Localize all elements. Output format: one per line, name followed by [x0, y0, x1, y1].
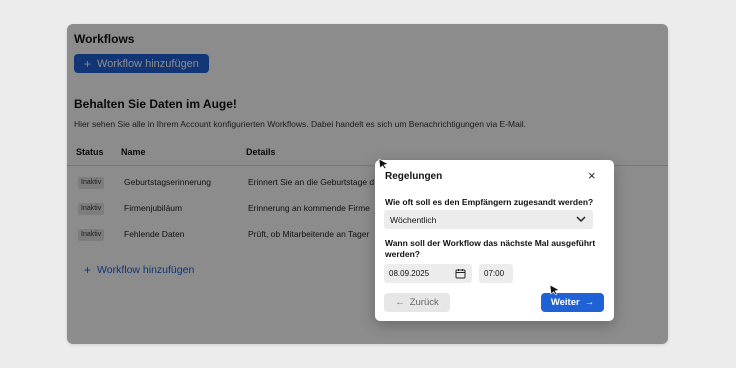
arrow-left-icon: ←	[395, 297, 405, 308]
time-input-value: 07:00	[484, 269, 505, 278]
cursor-arrow-icon	[378, 158, 389, 169]
next-button[interactable]: Weiter →	[541, 293, 604, 312]
back-button[interactable]: ← Zurück	[384, 293, 450, 312]
arrow-right-icon: →	[584, 297, 595, 308]
close-icon[interactable]: ×	[588, 169, 596, 182]
frequency-label: Wie oft soll es den Empfängern zugesandt…	[385, 197, 594, 207]
frequency-select[interactable]: Wöchentlich	[384, 210, 593, 229]
next-run-label: Wann soll der Workflow das nächste Mal a…	[385, 238, 596, 259]
rules-modal: Regelungen × Wie oft soll es den Empfäng…	[375, 160, 614, 321]
calendar-icon[interactable]	[455, 268, 466, 279]
chevron-down-icon	[576, 216, 586, 223]
frequency-select-value: Wöchentlich	[390, 215, 437, 225]
back-button-label: Zurück	[409, 297, 439, 308]
date-input[interactable]: 08.09.2025	[384, 264, 472, 283]
cursor-arrow-icon	[549, 284, 560, 295]
modal-title: Regelungen	[385, 171, 443, 182]
next-button-label: Weiter	[550, 297, 580, 308]
date-input-value: 08.09.2025	[389, 269, 430, 278]
time-input[interactable]: 07:00	[479, 264, 513, 283]
